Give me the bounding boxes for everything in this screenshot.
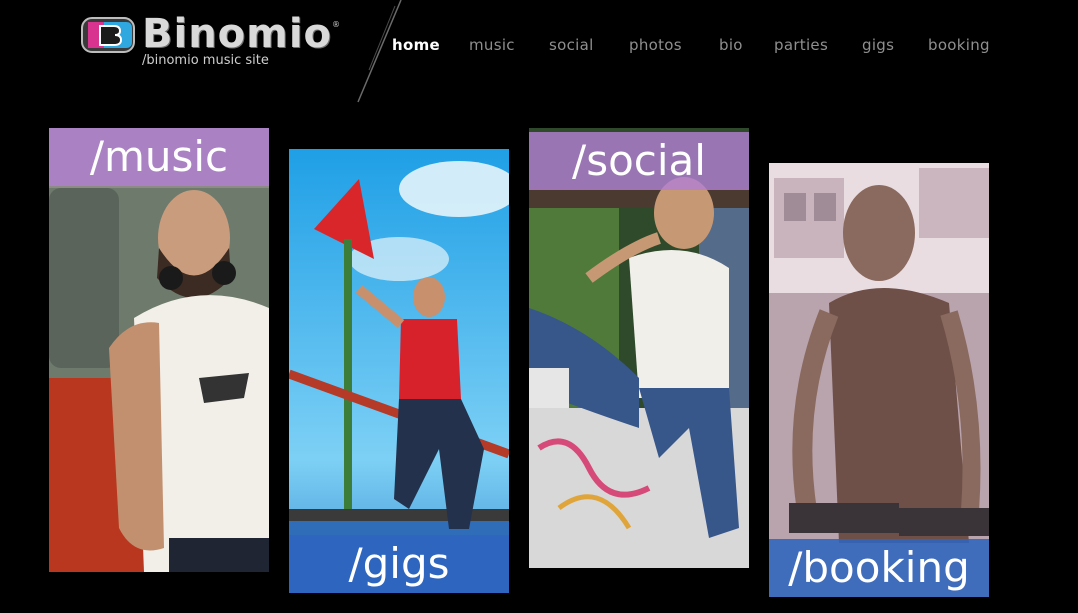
nav-home[interactable]: home: [392, 36, 440, 54]
nav-bio[interactable]: bio: [719, 36, 743, 54]
nav-booking[interactable]: booking: [928, 36, 990, 54]
nav-parties[interactable]: parties: [774, 36, 828, 54]
social-panel[interactable]: /social: [529, 128, 749, 568]
nav-photos[interactable]: photos: [629, 36, 682, 54]
booking-label: /booking: [769, 539, 989, 597]
binomio-b-logo-icon: [81, 17, 135, 53]
nav-social[interactable]: social: [549, 36, 594, 54]
social-label: /social: [529, 132, 749, 190]
social-photo: [529, 128, 749, 568]
music-label: /music: [49, 128, 269, 186]
gigs-photo: [289, 149, 509, 593]
gigs-label: /gigs: [289, 535, 509, 593]
music-panel[interactable]: /music: [49, 128, 269, 572]
nav-gigs[interactable]: gigs: [862, 36, 894, 54]
registered-mark: ®: [332, 20, 340, 29]
logo-tagline: /binomio music site: [142, 53, 269, 68]
music-photo: [49, 128, 269, 572]
gigs-panel[interactable]: /gigs: [289, 149, 509, 593]
booking-panel[interactable]: /booking: [769, 163, 989, 597]
nav-music[interactable]: music: [469, 36, 515, 54]
site-logo[interactable]: Binomio ® /binomio music site: [80, 11, 340, 70]
booking-photo: [769, 163, 989, 597]
logo-wordmark: Binomio: [142, 11, 333, 57]
